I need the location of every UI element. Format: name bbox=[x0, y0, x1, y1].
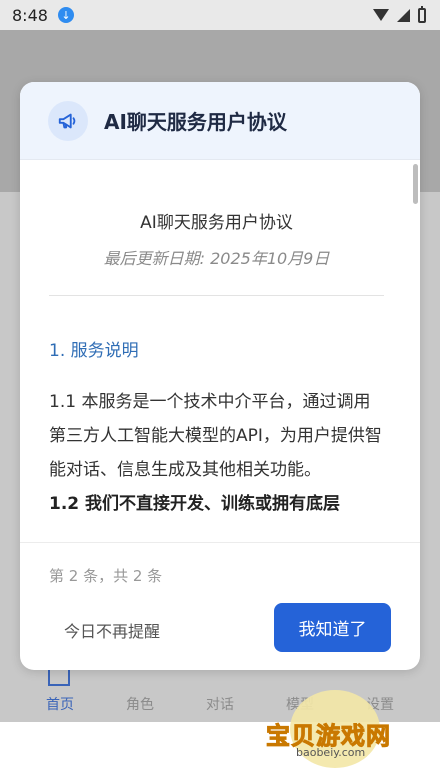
agreement-dialog: AI聊天服务用户协议 AI聊天服务用户协议 最后更新日期: 2025年10月9日… bbox=[20, 82, 420, 670]
nav-item-home[interactable]: 首页 bbox=[46, 694, 74, 714]
page-counter: 第 2 条，共 2 条 bbox=[49, 567, 163, 585]
content-divider bbox=[49, 295, 384, 296]
status-time: 8:48 bbox=[12, 5, 48, 25]
dialog-header: AI聊天服务用户协议 bbox=[20, 82, 420, 160]
dialog-footer: 第 2 条，共 2 条 今日不再提醒 我知道了 bbox=[20, 542, 420, 670]
content-scrollbar[interactable] bbox=[413, 164, 418, 204]
battery-icon bbox=[418, 5, 426, 23]
nav-item-roles[interactable]: 角色 bbox=[126, 694, 154, 714]
section-heading: 1. 服务说明 bbox=[49, 341, 139, 361]
watermark-url: baobeiy.com bbox=[296, 746, 366, 759]
status-icons bbox=[373, 5, 426, 23]
watermark-logo: 宝贝游戏网 baobeiy.com bbox=[262, 690, 412, 770]
megaphone-icon bbox=[48, 100, 88, 141]
dismiss-today-button[interactable]: 今日不再提醒 bbox=[64, 618, 160, 642]
acknowledge-button[interactable]: 我知道了 bbox=[274, 603, 391, 652]
agreement-content[interactable]: AI聊天服务用户协议 最后更新日期: 2025年10月9日 1. 服务说明 1.… bbox=[20, 160, 420, 542]
wifi-icon bbox=[373, 9, 389, 21]
signal-icon bbox=[397, 8, 410, 22]
document-title: AI聊天服务用户协议 bbox=[140, 213, 293, 233]
status-bar: 8:48 ↓ bbox=[0, 0, 440, 30]
home-icon bbox=[48, 668, 70, 686]
last-updated-date: 最后更新日期: 2025年10月9日 bbox=[103, 249, 330, 268]
dialog-title: AI聊天服务用户协议 bbox=[104, 110, 287, 134]
nav-item-chat[interactable]: 对话 bbox=[206, 694, 234, 714]
section-paragraph-bold: 1.2 我们不直接开发、训练或拥有底层 bbox=[49, 494, 341, 514]
section-paragraph: 1.1 本服务是一个技术中介平台，通过调用第三方人工智能大模型的API，为用户提… bbox=[49, 392, 382, 480]
download-icon: ↓ bbox=[57, 7, 74, 23]
